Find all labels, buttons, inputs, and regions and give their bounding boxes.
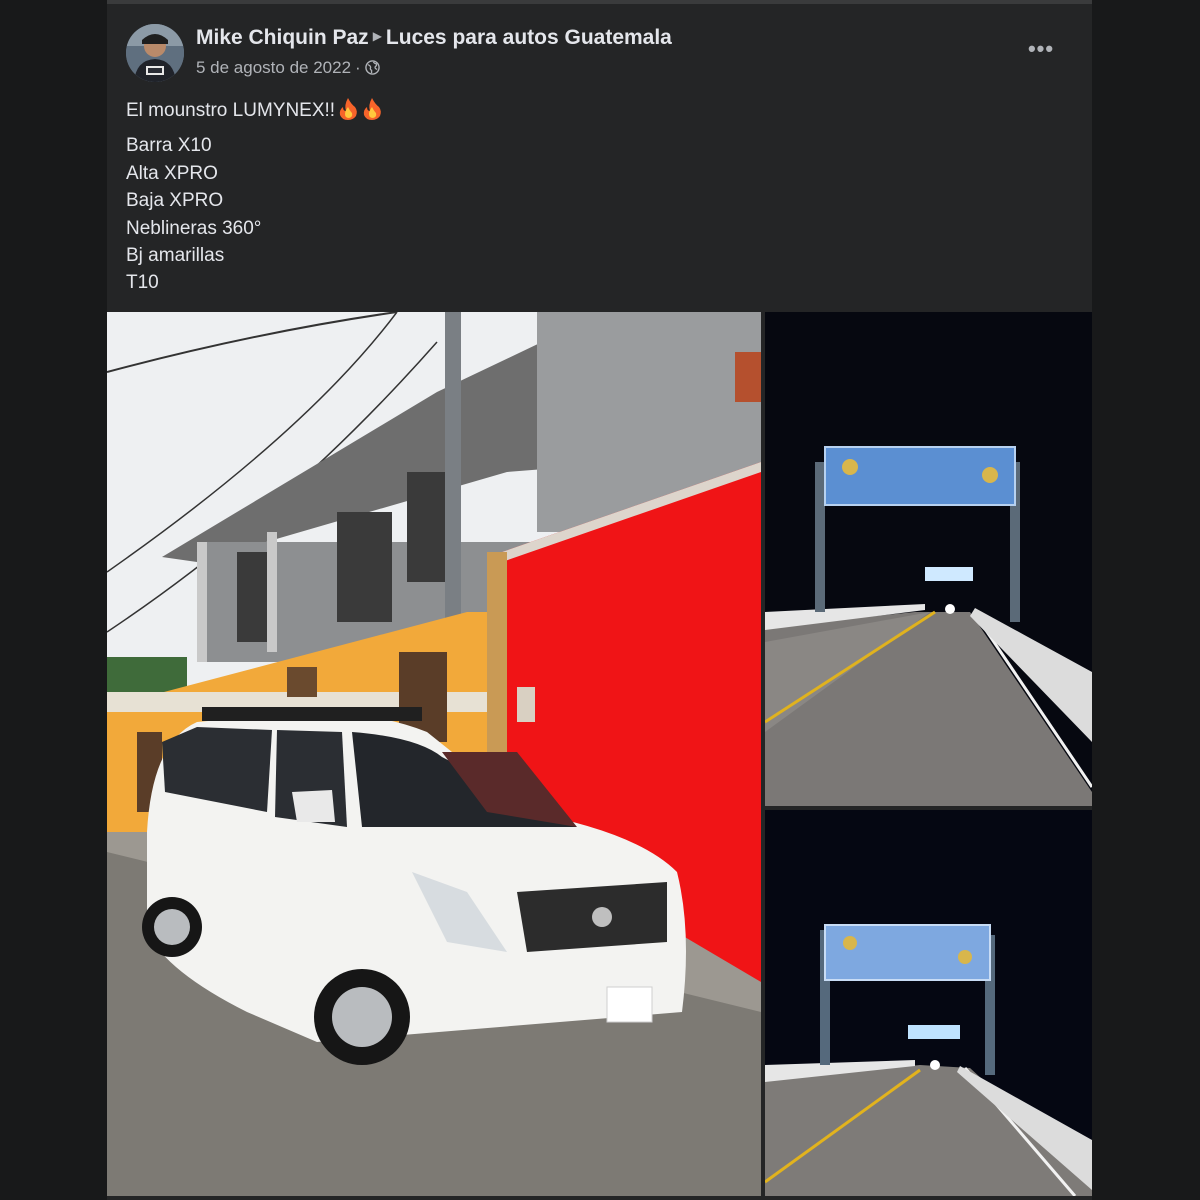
caret-right-icon: ▶ [372,29,382,44]
photo-bridge-night-2[interactable] [765,810,1092,1196]
post-line: Neblineras 360° [126,217,262,239]
author-name[interactable]: Mike Chiquin Paz [196,26,369,49]
post-line: Bj amarillas [126,245,225,267]
post-text: El mounstro LUMYNEX!! Barra X10 Alta XPR… [126,97,383,297]
photo-bridge-night-1[interactable] [765,312,1092,806]
meta-separator: · [355,58,361,77]
fire-emoji-icon [337,97,359,121]
post-headline: El mounstro LUMYNEX!! [126,97,383,124]
globe-icon[interactable] [364,60,380,75]
more-options-button[interactable]: ••• [1021,36,1061,66]
photo-grid [107,312,1092,1200]
author-line: Mike Chiquin Paz ▶ Luces para autos Guatem… [196,26,672,50]
fire-emoji-icon [361,97,383,121]
headline-text: El mounstro LUMYNEX!! [126,100,336,121]
post-line: T10 [126,272,159,294]
photo-van[interactable] [107,312,761,1196]
post-card: Mike Chiquin Paz ▶ Luces para autos Guatem… [107,0,1092,1200]
post-line: Baja XPRO [126,190,224,212]
post-line: Alta XPRO [126,162,218,184]
post-header: Mike Chiquin Paz ▶ Luces para autos Guatem… [126,22,1073,84]
author-avatar[interactable] [126,24,184,82]
post-line: Barra X10 [126,135,212,157]
post-meta: 5 de agosto de 2022 · [196,58,380,78]
group-name[interactable]: Luces para autos Guatemala [386,26,672,49]
post-date[interactable]: 5 de agosto de 2022 [196,58,351,77]
